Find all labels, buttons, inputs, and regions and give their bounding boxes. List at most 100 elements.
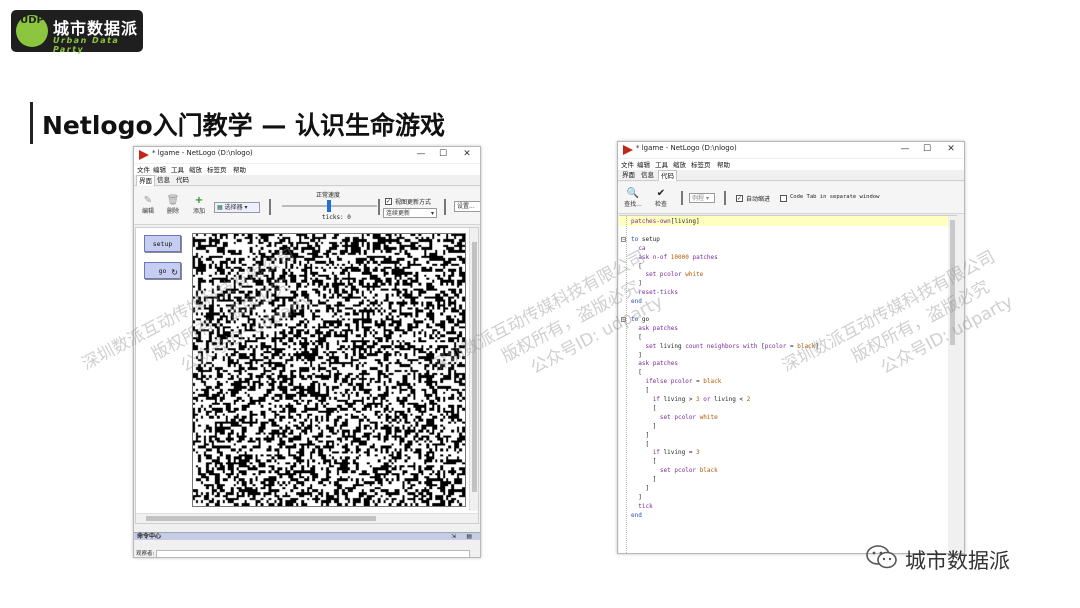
code-line: if living = 3 bbox=[652, 449, 700, 457]
tab-code[interactable]: 代码 bbox=[658, 170, 677, 181]
netlogo-icon bbox=[139, 150, 149, 160]
menu-zoom[interactable]: 缩放 bbox=[189, 164, 202, 174]
code-line: [ bbox=[631, 369, 642, 377]
delete-tool[interactable]: 🗑 删除 bbox=[164, 195, 182, 215]
find-tool[interactable]: 🔍 查找... bbox=[622, 188, 644, 208]
scrollbar-thumb[interactable] bbox=[146, 516, 376, 521]
logo-badge-text: UDP bbox=[20, 15, 44, 26]
maximize-button[interactable]: ☐ bbox=[436, 148, 450, 161]
slide-title: Netlogo入门教学 — 认识生命游戏 bbox=[42, 111, 446, 140]
tabbar: 界面 信息 代码 bbox=[134, 175, 480, 186]
wechat-icon bbox=[866, 545, 897, 569]
auto-indent-label: 自动缩进 bbox=[746, 196, 771, 203]
menu-tools[interactable]: 工具 bbox=[171, 164, 184, 174]
code-editor[interactable]: patches-own[living] to setup − ca ask n-of… bbox=[619, 215, 957, 553]
selector-label: 选择器 bbox=[224, 204, 243, 211]
ticks-counter: ticks: 0 bbox=[322, 214, 351, 221]
code-line: set pcolor black bbox=[659, 467, 718, 475]
menu-edit[interactable]: 编辑 bbox=[153, 164, 166, 174]
interface-toolbar: ✎ 编辑 🗑 删除 + 添加 ▦ 选择器 ▾ 正常速度 ticks: 0 ✓ 视… bbox=[134, 187, 480, 225]
update-mode-select[interactable]: 连续更新 ▾ bbox=[383, 208, 437, 218]
close-button[interactable]: ✕ bbox=[944, 143, 958, 156]
command-center-label: 命令中心 bbox=[137, 533, 162, 540]
menu-tabs[interactable]: 标签页 bbox=[691, 159, 711, 169]
title-accent-bar bbox=[30, 102, 33, 144]
speed-label: 正常速度 bbox=[316, 192, 341, 199]
find-label: 查找... bbox=[624, 201, 642, 208]
selector-icon: ▦ bbox=[217, 204, 223, 211]
window-title: * lgame - NetLogo (D:\nlogo) bbox=[636, 144, 737, 152]
code-line: ] bbox=[631, 422, 657, 430]
code-toolbar: 🔍 查找... ✔ 检查 例程 ▾ ✓ 自动缩进 Code Tab in sep… bbox=[618, 182, 964, 214]
code-line: to setup bbox=[631, 235, 660, 243]
menu-help[interactable]: 帮助 bbox=[717, 159, 730, 169]
add-tool[interactable]: + 添加 bbox=[190, 195, 208, 215]
tab-interface[interactable]: 界面 bbox=[136, 175, 155, 186]
speed-slider-thumb[interactable] bbox=[327, 200, 331, 212]
go-button-label: go bbox=[158, 267, 167, 275]
check-label: 检查 bbox=[654, 201, 667, 208]
plus-icon: + bbox=[194, 195, 204, 206]
command-center-bar: 命令中心 ⇲ ▤ bbox=[134, 532, 480, 540]
toolbar-separator bbox=[681, 191, 683, 205]
toolbar-separator bbox=[724, 191, 726, 205]
command-input[interactable] bbox=[156, 550, 470, 557]
check-tool[interactable]: ✔ 检查 bbox=[650, 188, 672, 208]
logo-badge-icon: UDP bbox=[16, 15, 48, 47]
update-mode-value: 连续更新 bbox=[386, 210, 411, 217]
separate-window-checkbox[interactable] bbox=[780, 195, 787, 202]
view-update-checkbox[interactable]: ✓ bbox=[385, 198, 392, 205]
menu-file[interactable]: 文件 bbox=[621, 159, 634, 169]
code-line: tick bbox=[638, 502, 653, 510]
procedures-dropdown[interactable]: 例程 ▾ bbox=[689, 193, 715, 203]
checkmark-icon: ✔ bbox=[656, 188, 666, 199]
expand-icon[interactable]: ⇲ bbox=[451, 533, 456, 541]
delete-label: 删除 bbox=[166, 208, 179, 215]
go-button[interactable]: go ↻ bbox=[144, 262, 181, 279]
code-line: [ bbox=[631, 387, 650, 395]
toolbar-separator bbox=[269, 199, 271, 215]
tab-interface[interactable]: 界面 bbox=[620, 170, 637, 181]
edit-tool[interactable]: ✎ 编辑 bbox=[139, 195, 157, 215]
view-update-label: 视图更新方式 bbox=[395, 199, 432, 206]
menu-file[interactable]: 文件 bbox=[137, 164, 150, 174]
tab-info[interactable]: 信息 bbox=[639, 170, 656, 181]
code-line: ifelse pcolor = black bbox=[645, 378, 722, 386]
window-title: * lgame - NetLogo (D:\nlogo) bbox=[152, 149, 253, 157]
tab-code[interactable]: 代码 bbox=[174, 175, 191, 186]
menu-edit[interactable]: 编辑 bbox=[637, 159, 650, 169]
code-line: set pcolor white bbox=[659, 413, 718, 421]
edit-label: 编辑 bbox=[141, 208, 154, 215]
menu-help[interactable]: 帮助 bbox=[233, 164, 246, 174]
chevron-down-icon: ▾ bbox=[244, 204, 248, 211]
code-line: ] bbox=[631, 431, 650, 439]
setup-button[interactable]: setup bbox=[144, 235, 181, 252]
menubar: 文件 编辑 工具 缩放 标签页 帮助 bbox=[134, 164, 480, 175]
brand-logo: UDP 城市数据派 Urban Data Party bbox=[11, 10, 143, 54]
tabbar: 界面 信息 代码 bbox=[618, 170, 964, 181]
window-titlebar: * lgame - NetLogo (D:\nlogo) — ☐ ✕ bbox=[134, 147, 480, 163]
horizontal-scrollbar[interactable] bbox=[136, 513, 478, 523]
toolbar-separator bbox=[378, 199, 380, 215]
code-line: ] bbox=[631, 485, 650, 492]
minimize-button[interactable]: — bbox=[414, 148, 428, 161]
procedures-label: 例程 bbox=[692, 195, 705, 202]
clear-icon[interactable]: ▤ bbox=[466, 533, 472, 541]
add-label: 添加 bbox=[192, 208, 205, 215]
code-line: [ bbox=[631, 458, 657, 466]
settings-label: 设置... bbox=[457, 203, 475, 210]
menu-zoom[interactable]: 缩放 bbox=[673, 159, 686, 169]
maximize-button[interactable]: ☐ bbox=[920, 143, 934, 156]
code-line: ] bbox=[631, 493, 642, 501]
menu-tools[interactable]: 工具 bbox=[655, 159, 668, 169]
tab-info[interactable]: 信息 bbox=[155, 175, 172, 186]
setup-button-label: setup bbox=[152, 240, 173, 248]
widget-selector-dropdown[interactable]: ▦ 选择器 ▾ bbox=[214, 202, 260, 213]
fold-toggle-icon[interactable]: − bbox=[621, 236, 626, 242]
logo-name-en: Urban Data Party bbox=[53, 36, 120, 54]
settings-button[interactable]: 设置... bbox=[454, 201, 480, 212]
close-button[interactable]: ✕ bbox=[460, 148, 474, 161]
menu-tabs[interactable]: 标签页 bbox=[207, 164, 227, 174]
minimize-button[interactable]: — bbox=[898, 143, 912, 156]
auto-indent-checkbox[interactable]: ✓ bbox=[736, 195, 743, 202]
